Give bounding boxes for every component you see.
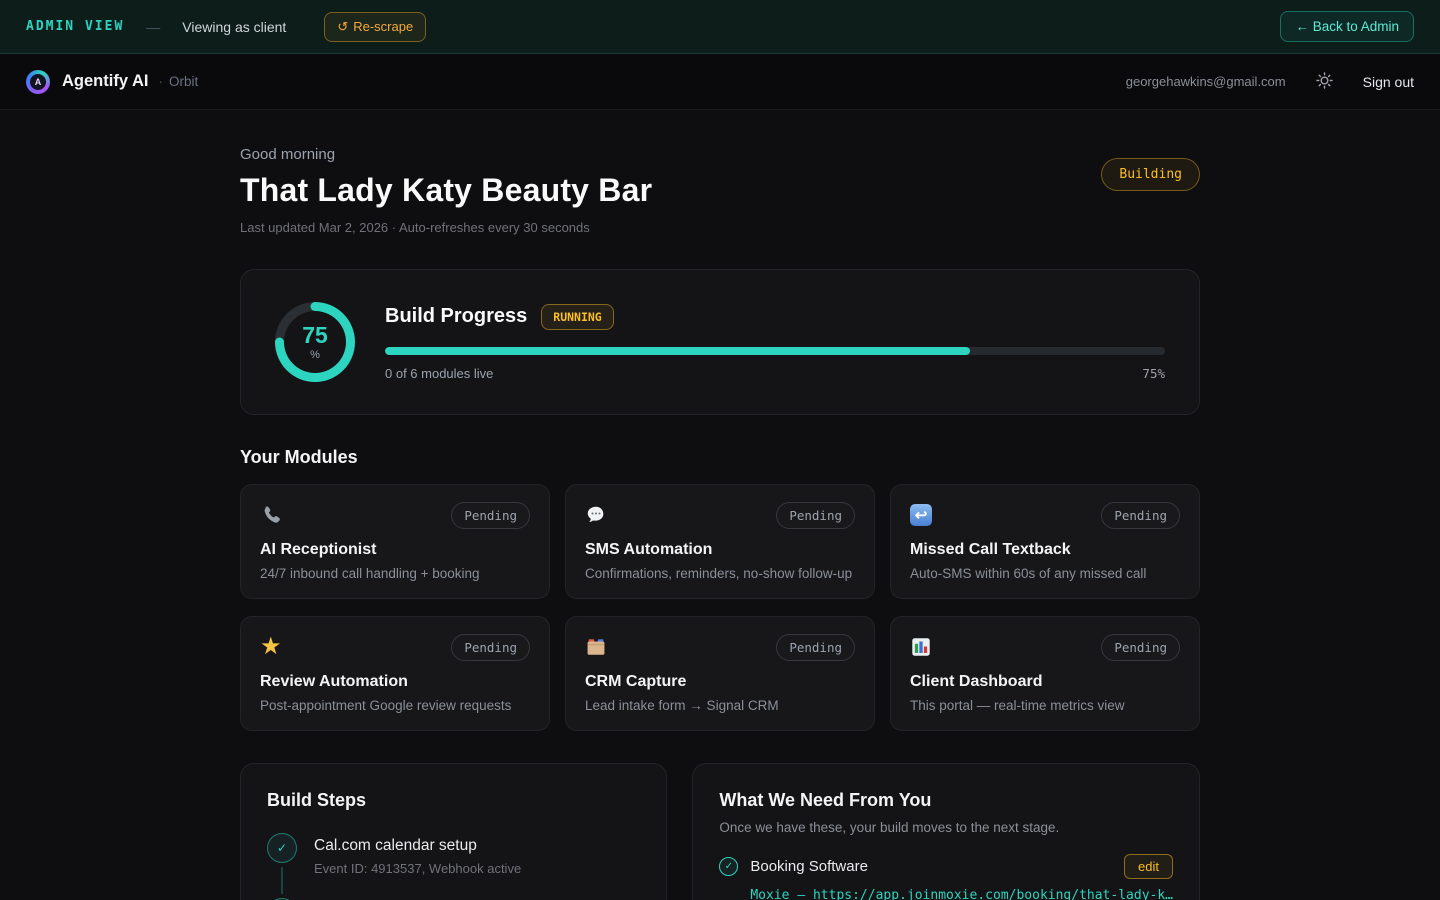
business-name-title: That Lady Katy Beauty Bar: [240, 172, 652, 209]
build-steps-heading: Build Steps: [267, 790, 640, 811]
return-arrow-icon: ↩: [910, 502, 932, 528]
progress-percent-number: 75: [302, 324, 328, 347]
requirement-check-icon: ✓: [719, 857, 738, 876]
progress-bar: [385, 347, 1165, 355]
module-description: 24/7 inbound call handling + booking: [260, 566, 530, 581]
card-index-icon: [585, 634, 607, 660]
theme-toggle-button[interactable]: [1313, 69, 1336, 95]
module-description: Lead intake form → Signal CRM: [585, 698, 855, 713]
user-email: georgehawkins@gmail.com: [1126, 74, 1286, 89]
last-updated-meta: Last updated Mar 2, 2026 · Auto-refreshe…: [240, 220, 652, 235]
sign-out-button[interactable]: Sign out: [1363, 74, 1414, 90]
step-detail: Event ID: 4913537, Webhook active: [314, 861, 521, 876]
what-we-need-panel: What We Need From You Once we have these…: [692, 763, 1200, 900]
brand-logo-icon: A: [26, 70, 50, 94]
module-status-badge: Pending: [776, 502, 855, 529]
rescrape-label: Re-scrape: [353, 19, 413, 34]
module-description: Auto-SMS within 60s of any missed call: [910, 566, 1180, 581]
module-card: Pending AI Receptionist 24/7 inbound cal…: [240, 484, 550, 599]
module-card: Pending Client Dashboard This portal — r…: [890, 616, 1200, 731]
module-card: ★ Pending Review Automation Post-appoint…: [240, 616, 550, 731]
main-content: Good morning That Lady Katy Beauty Bar L…: [240, 110, 1200, 900]
admin-view-badge: ADMIN VIEW: [26, 19, 124, 34]
sun-icon: [1315, 71, 1334, 93]
step-title: Cal.com calendar setup: [314, 837, 521, 855]
needs-list: ✓ Booking Software edit Moxie — https://…: [719, 854, 1173, 900]
modules-live-label: 0 of 6 modules live: [385, 366, 493, 381]
viewing-as-client-label: Viewing as client: [182, 19, 286, 35]
product-name: Orbit: [169, 74, 198, 89]
brand-name: Agentify AI: [62, 72, 148, 91]
module-status-badge: Pending: [451, 634, 530, 661]
what-we-need-subtitle: Once we have these, your build moves to …: [719, 820, 1173, 835]
requirement-item: ✓ Booking Software edit Moxie — https://…: [719, 854, 1173, 900]
module-description: Confirmations, reminders, no-show follow…: [585, 566, 855, 581]
greeting: Good morning: [240, 146, 652, 163]
back-to-admin-button[interactable]: ← Back to Admin: [1280, 11, 1414, 42]
module-name: AI Receptionist: [260, 541, 530, 559]
module-card: ↩ Pending Missed Call Textback Auto-SMS …: [890, 484, 1200, 599]
module-status-badge: Pending: [451, 502, 530, 529]
requirement-label: Booking Software: [750, 858, 1112, 875]
admin-separator: —: [146, 19, 160, 35]
module-description: Post-appointment Google review requests: [260, 698, 530, 713]
app-header: A Agentify AI · Orbit georgehawkins@gmai…: [0, 54, 1440, 110]
brand-divider: ·: [158, 74, 163, 89]
module-name: Review Automation: [260, 673, 530, 691]
progress-percent-label: 75%: [1142, 366, 1165, 381]
step-check-icon: ✓: [267, 833, 297, 863]
module-status-badge: Pending: [776, 634, 855, 661]
building-status-badge: Building: [1101, 158, 1200, 191]
module-status-badge: Pending: [1101, 634, 1180, 661]
step-connector-line: [281, 867, 283, 894]
rescrape-button[interactable]: ↺ Re-scrape: [324, 12, 426, 42]
speech-balloon-icon: [585, 502, 607, 528]
progress-ring: 75 %: [275, 302, 355, 382]
module-card: Pending CRM Capture Lead intake form → S…: [565, 616, 875, 731]
module-name: Client Dashboard: [910, 673, 1180, 691]
module-status-badge: Pending: [1101, 502, 1180, 529]
admin-bar: ADMIN VIEW — Viewing as client ↺ Re-scra…: [0, 0, 1440, 54]
what-we-need-heading: What We Need From You: [719, 790, 1173, 811]
build-steps-list: ✓ Cal.com calendar setup Event ID: 49135…: [267, 833, 640, 900]
module-description: This portal — real-time metrics view: [910, 698, 1180, 713]
module-card: Pending SMS Automation Confirmations, re…: [565, 484, 875, 599]
progress-percent-sign: %: [302, 350, 328, 361]
build-step: ✓ Cal.com calendar setup Event ID: 49135…: [267, 833, 640, 898]
modules-grid: Pending AI Receptionist 24/7 inbound cal…: [240, 484, 1200, 731]
edit-button[interactable]: edit: [1124, 854, 1173, 879]
progress-title: Build Progress: [385, 305, 527, 328]
module-name: SMS Automation: [585, 541, 855, 559]
progress-bar-fill: [385, 347, 970, 355]
build-steps-panel: Build Steps ✓ Cal.com calendar setup Eve…: [240, 763, 667, 900]
build-progress-card: 75 % Build Progress RUNNING 0 of 6 modul…: [240, 269, 1200, 415]
module-name: CRM Capture: [585, 673, 855, 691]
running-status-badge: RUNNING: [541, 304, 613, 330]
rescrape-icon: ↺: [337, 19, 348, 35]
phone-icon: [260, 502, 282, 528]
hero-section: Good morning That Lady Katy Beauty Bar L…: [240, 146, 1200, 235]
booking-link[interactable]: Moxie — https://app.joinmoxie.com/bookin…: [750, 888, 1173, 900]
star-icon: ★: [260, 634, 282, 660]
bar-chart-icon: [910, 634, 932, 660]
your-modules-heading: Your Modules: [240, 447, 1200, 468]
module-name: Missed Call Textback: [910, 541, 1180, 559]
